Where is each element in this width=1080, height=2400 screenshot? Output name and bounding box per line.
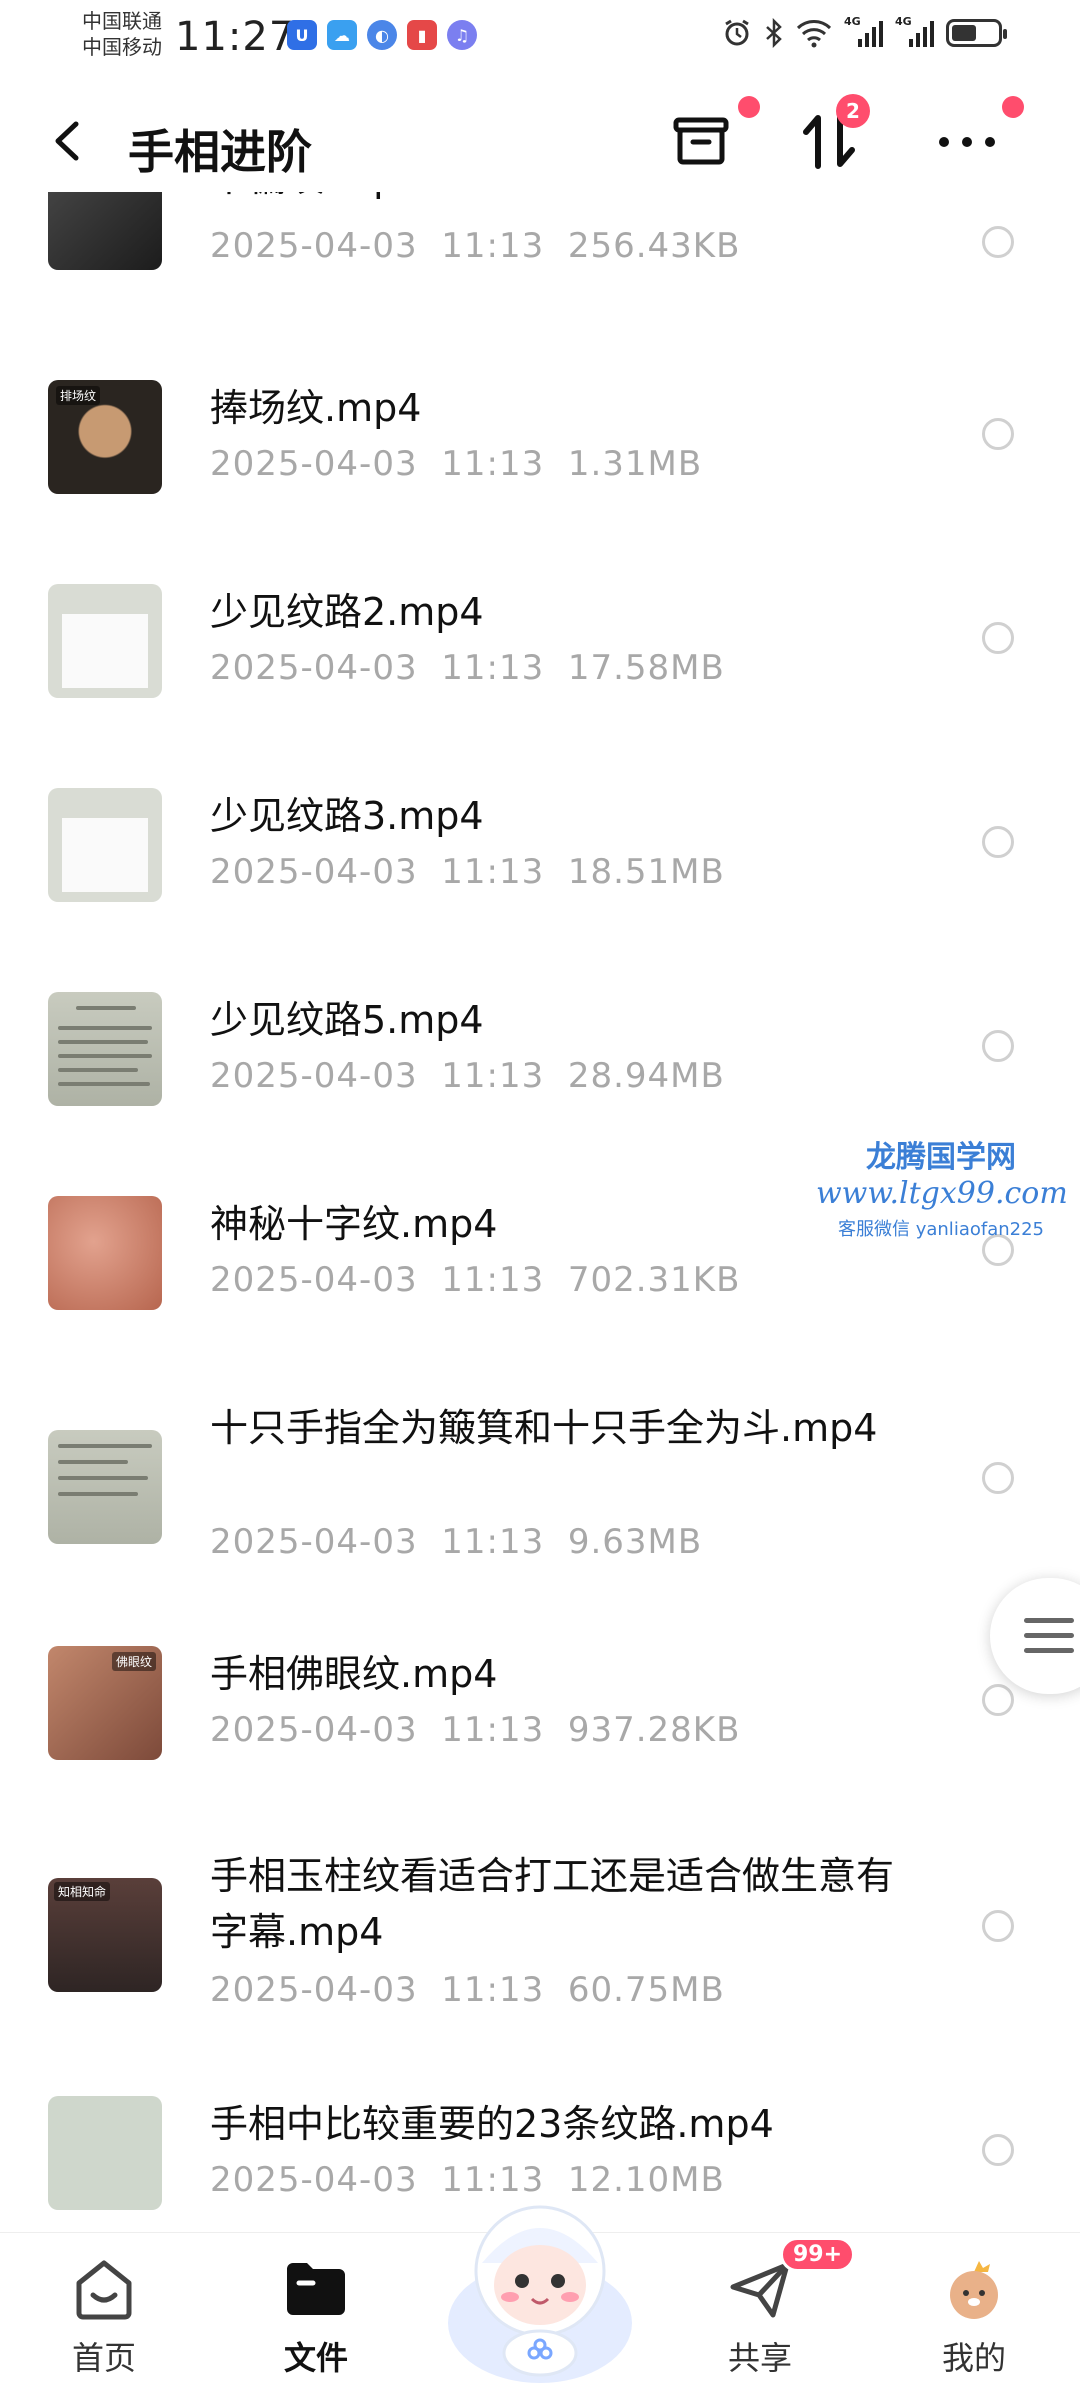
system-icons: 4G 4G — [722, 15, 1007, 48]
video-thumbnail: 佛眼纹 — [48, 1646, 162, 1760]
more-dots-icon — [939, 137, 995, 147]
file-name: 少见纹路5.mp4 — [210, 998, 484, 1042]
battery-icon — [946, 19, 1007, 47]
transfer-button[interactable]: 2 — [794, 94, 870, 176]
home-icon — [76, 2260, 132, 2320]
network-label-2: 4G — [895, 15, 912, 28]
video-thumbnail — [48, 1196, 162, 1310]
select-radio[interactable] — [982, 622, 1014, 654]
bottom-navigation: 首页 文件 共享 99+ 我的 — [0, 2205, 1080, 2400]
file-meta: 2025-04-03 11:13 9.63MB — [210, 1522, 703, 1562]
video-thumbnail — [48, 584, 162, 698]
watermark-url: www.ltgx99.com — [816, 1176, 1068, 1211]
book-icon: ▮ — [407, 20, 437, 50]
nav-home[interactable]: 首页 — [34, 2257, 174, 2379]
video-thumbnail: 排场纹 — [48, 380, 162, 494]
file-name: 手相中比较重要的23条纹路.mp4 — [210, 2102, 774, 2146]
nav-mine-label: 我的 — [941, 2339, 1006, 2377]
file-meta: 2025-04-03 11:13 18.51MB — [210, 852, 725, 892]
carrier-2: 中国移动 — [82, 35, 162, 59]
page-title: 手相进阶 — [128, 125, 312, 179]
select-radio[interactable] — [982, 826, 1014, 858]
app-blue-icon: U — [287, 20, 317, 50]
wifi-icon — [796, 18, 832, 48]
file-name: 少见纹路3.mp4 — [210, 794, 484, 838]
select-radio[interactable] — [982, 226, 1014, 258]
chevron-left-icon — [55, 121, 79, 161]
select-radio[interactable] — [982, 1462, 1014, 1494]
assistant-mascot-button[interactable] — [430, 2173, 650, 2393]
inbox-button[interactable] — [666, 96, 760, 176]
transfer-count-badge: 2 — [836, 94, 870, 128]
network-label-1: 4G — [844, 15, 861, 28]
video-thumbnail — [48, 1430, 162, 1544]
more-button[interactable] — [932, 96, 1024, 176]
select-radio[interactable] — [982, 2134, 1014, 2166]
file-meta: 2025-04-03 11:13 17.58MB — [210, 648, 725, 688]
music-icon: ♫ — [447, 20, 477, 50]
nav-files[interactable]: 文件 — [246, 2257, 386, 2379]
file-name: 神秘十字纹.mp4 — [210, 1202, 498, 1246]
file-name: 手相玉柱纹看适合打工还是适合做生意有字幕.mp4 — [210, 1854, 895, 1954]
nav-mine[interactable]: 我的 — [904, 2257, 1044, 2379]
file-meta: 2025-04-03 11:13 702.31KB — [210, 1260, 741, 1300]
folder-icon — [287, 2263, 345, 2315]
more-notification-dot — [1002, 96, 1024, 118]
nav-home-label: 首页 — [71, 2339, 136, 2377]
status-bar: 中国联通 中国移动 11:27 U ☁ ◐ ▮ ♫ 4G 4G — [0, 0, 1080, 72]
select-radio[interactable] — [982, 1910, 1014, 1942]
video-thumbnail — [48, 2096, 162, 2210]
file-meta: 2025-04-03 11:13 256.43KB — [210, 226, 741, 266]
file-name: 少见纹路2.mp4 — [210, 590, 484, 634]
video-thumbnail — [48, 192, 162, 270]
file-meta: 2025-04-03 11:13 1.31MB — [210, 444, 703, 484]
signal-4g-icon: 4G — [895, 15, 934, 47]
notification-icons: U ☁ ◐ ▮ ♫ — [287, 20, 477, 50]
file-name: 不偏纹.mp4 — [210, 192, 910, 206]
carrier-1: 中国联通 — [82, 9, 162, 33]
video-thumbnail — [48, 992, 162, 1106]
file-name: 十只手指全为簸箕和十只手全为斗.mp4 — [210, 1406, 878, 1450]
menu-icon — [1024, 1618, 1074, 1663]
file-name: 手相佛眼纹.mp4 — [210, 1652, 498, 1696]
browser-icon: ◐ — [367, 20, 397, 50]
bluetooth-icon — [764, 18, 784, 48]
nav-share[interactable]: 共享 — [690, 2257, 830, 2379]
share-count-badge: 99+ — [780, 2237, 856, 2272]
inbox-notification-dot — [738, 96, 760, 118]
mascot-icon — [448, 2205, 632, 2383]
avatar-icon — [950, 2261, 998, 2319]
carrier-labels: 中国联通 中国移动 — [82, 8, 162, 60]
weather-icon: ☁ — [327, 20, 357, 50]
select-radio[interactable] — [982, 1030, 1014, 1062]
video-thumbnail — [48, 788, 162, 902]
file-name: 捧场纹.mp4 — [210, 386, 422, 430]
watermark: 龙腾国学网 www.ltgx99.com 客服微信 yanliaofan225 — [816, 1132, 1068, 1241]
watermark-contact: 客服微信 yanliaofan225 — [838, 1219, 1044, 1240]
archive-box-icon — [673, 117, 729, 165]
file-meta: 2025-04-03 11:13 937.28KB — [210, 1710, 741, 1750]
file-meta: 2025-04-03 11:13 60.75MB — [210, 1970, 725, 2010]
nav-files-label: 文件 — [283, 2339, 348, 2377]
status-time: 11:27 — [175, 14, 296, 60]
app-header: 手相进阶 2 — [0, 72, 1080, 192]
select-radio[interactable] — [982, 1684, 1014, 1716]
select-radio[interactable] — [982, 418, 1014, 450]
file-meta: 2025-04-03 11:13 28.94MB — [210, 1056, 725, 1096]
back-button[interactable] — [48, 116, 88, 166]
watermark-title: 龙腾国学网 — [866, 1140, 1016, 1175]
nav-share-label: 共享 — [727, 2339, 792, 2377]
signal-4g-icon: 4G — [844, 15, 883, 47]
video-thumbnail: 知相知命 — [48, 1878, 162, 1992]
alarm-icon — [722, 18, 752, 48]
